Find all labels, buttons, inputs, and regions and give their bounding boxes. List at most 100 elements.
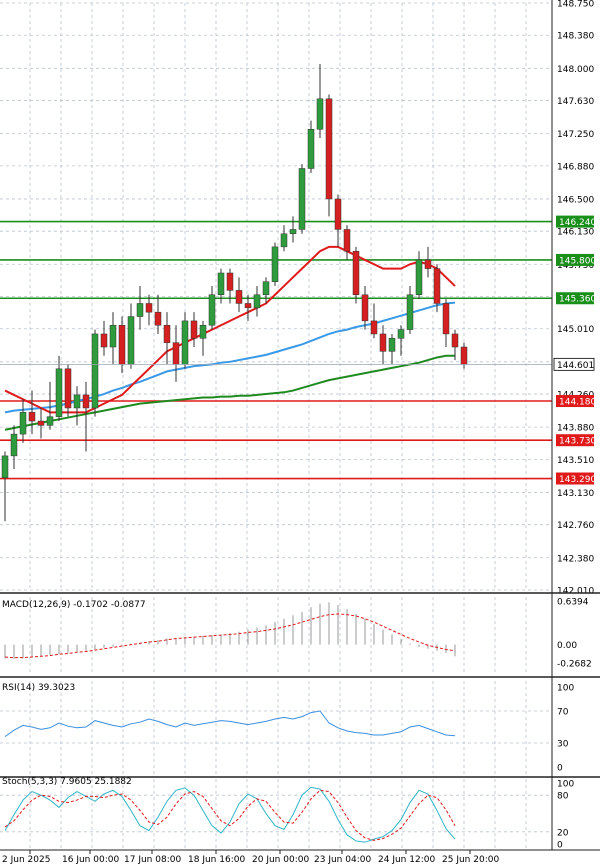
candle-body	[37, 420, 45, 426]
rsi-tick-label: 0	[557, 764, 563, 774]
price-tick-label: 142.760	[557, 521, 594, 531]
candle-body	[262, 281, 270, 296]
price-tick-label: 147.630	[557, 97, 594, 107]
candle-body	[163, 324, 171, 343]
axis-layer: 148.750 148.380 148.000 147.630 147.250 146.8…	[0, 0, 600, 865]
candle-body	[253, 294, 261, 309]
macd-tick-label: -0.2682	[557, 660, 592, 670]
candle-body	[325, 98, 333, 200]
stoch-tick-label: 20	[557, 828, 569, 838]
candle-body	[370, 320, 378, 335]
candle-body	[10, 433, 18, 457]
x-tick-label: 2 Jun 2025	[2, 855, 50, 865]
rsi-tick-label: 70	[557, 708, 569, 718]
candle-body	[352, 250, 360, 296]
candle-body	[361, 294, 369, 322]
price-tick-label: 148.000	[557, 65, 594, 75]
candle-body	[154, 311, 162, 326]
rsi-tick-label: 100	[557, 684, 574, 694]
price-tick-label: 148.750	[557, 0, 594, 10]
x-tick-label: 23 Jun 04:00	[314, 855, 371, 865]
stoch-tick-label: 80	[557, 792, 569, 802]
rsi-label: RSI(14) 39.3023	[2, 683, 75, 693]
candle-body	[433, 268, 441, 304]
x-tick-label: 20 Jun 00:00	[252, 855, 309, 865]
price-tick-label: 146.130	[557, 228, 594, 238]
price-tick-label: 143.130	[557, 489, 594, 499]
candle-body	[82, 394, 90, 409]
price-tick-label: 147.250	[557, 130, 594, 140]
support-label: 144.180	[559, 398, 596, 408]
candle-body	[397, 329, 405, 339]
price-tick-label: 145.010	[557, 325, 594, 335]
resistance-label: 146.240	[559, 218, 596, 228]
candle-body	[271, 246, 279, 282]
price-tick-label: 142.380	[557, 554, 594, 564]
macd-tick-label: 0.6394	[557, 598, 589, 608]
candle-body	[217, 272, 225, 296]
stoch-d-line	[4, 789, 456, 841]
current-price-label: 144.601	[557, 361, 594, 371]
price-panel	[0, 63, 552, 522]
x-tick-label: 24 Jun 12:00	[378, 855, 435, 865]
candle-body	[19, 412, 27, 435]
candle-body	[406, 294, 414, 330]
rsi-tick-label: 30	[557, 740, 569, 750]
grid-layer	[0, 2, 552, 850]
macd-tick-label: 0.00	[557, 641, 577, 651]
macd-label: MACD(12,26,9) -0.1702 -0.0877	[2, 600, 146, 610]
candle-body	[424, 259, 432, 269]
candle-body	[442, 303, 450, 335]
candle-body	[172, 342, 180, 365]
support-label: 143.730	[559, 437, 596, 447]
candle-body	[199, 324, 207, 339]
candle-body	[298, 168, 306, 230]
candle-body	[316, 98, 324, 130]
candle-body	[181, 320, 189, 365]
candle-body	[145, 303, 153, 313]
candle-body	[127, 316, 135, 365]
x-tick-label: 16 Jun 00:00	[62, 855, 119, 865]
price-tick-label: 146.880	[557, 162, 594, 172]
candle-body	[46, 416, 54, 426]
x-tick-label: 25 Jun 20:00	[442, 855, 499, 865]
candle-body	[64, 368, 72, 409]
price-tick-label: 146.500	[557, 195, 594, 205]
candle-body	[73, 394, 81, 409]
stoch-tick-label: 0	[557, 841, 563, 851]
stoch-label: Stoch(5,3,3) 7.9605 25.1882	[2, 777, 132, 787]
ma-slow-line	[4, 354, 455, 431]
candle-body	[244, 303, 252, 309]
resistance-label: 145.800	[559, 256, 596, 266]
candle-body	[1, 455, 9, 478]
candle-body	[91, 333, 99, 409]
x-tick-label: 18 Jun 16:00	[188, 855, 245, 865]
candle-body	[460, 346, 468, 365]
x-tick-label: 17 Jun 08:00	[124, 855, 181, 865]
stoch-tick-label: 100	[557, 780, 574, 790]
candle-body	[226, 272, 234, 291]
candle-body	[379, 333, 387, 352]
candle-body	[415, 259, 423, 296]
candle-body	[280, 233, 288, 248]
candle-body	[388, 338, 396, 352]
candle-body	[136, 303, 144, 317]
candle-body	[235, 290, 243, 304]
candle-body	[100, 333, 108, 348]
rsi-line	[4, 710, 456, 738]
candle-body	[109, 324, 117, 348]
candle-body	[118, 324, 126, 365]
candle-body	[451, 333, 459, 348]
support-label: 143.290	[559, 475, 596, 485]
price-tick-label: 148.380	[557, 32, 594, 42]
candle-body	[307, 129, 315, 169]
price-tick-label: 143.510	[557, 456, 594, 466]
candle-body	[208, 294, 216, 326]
candle-body	[343, 229, 351, 252]
price-tick-label: 143.880	[557, 424, 594, 434]
resistance-label: 145.360	[559, 295, 596, 305]
candle-body	[289, 229, 297, 235]
price-tick-label: 142.010	[557, 587, 594, 597]
chart-stage: MACD(12,26,9) -0.1702 -0.0877 RSI(14) 39…	[0, 0, 600, 865]
macd-panel: MACD(12,26,9) -0.1702 -0.0877	[2, 600, 456, 660]
